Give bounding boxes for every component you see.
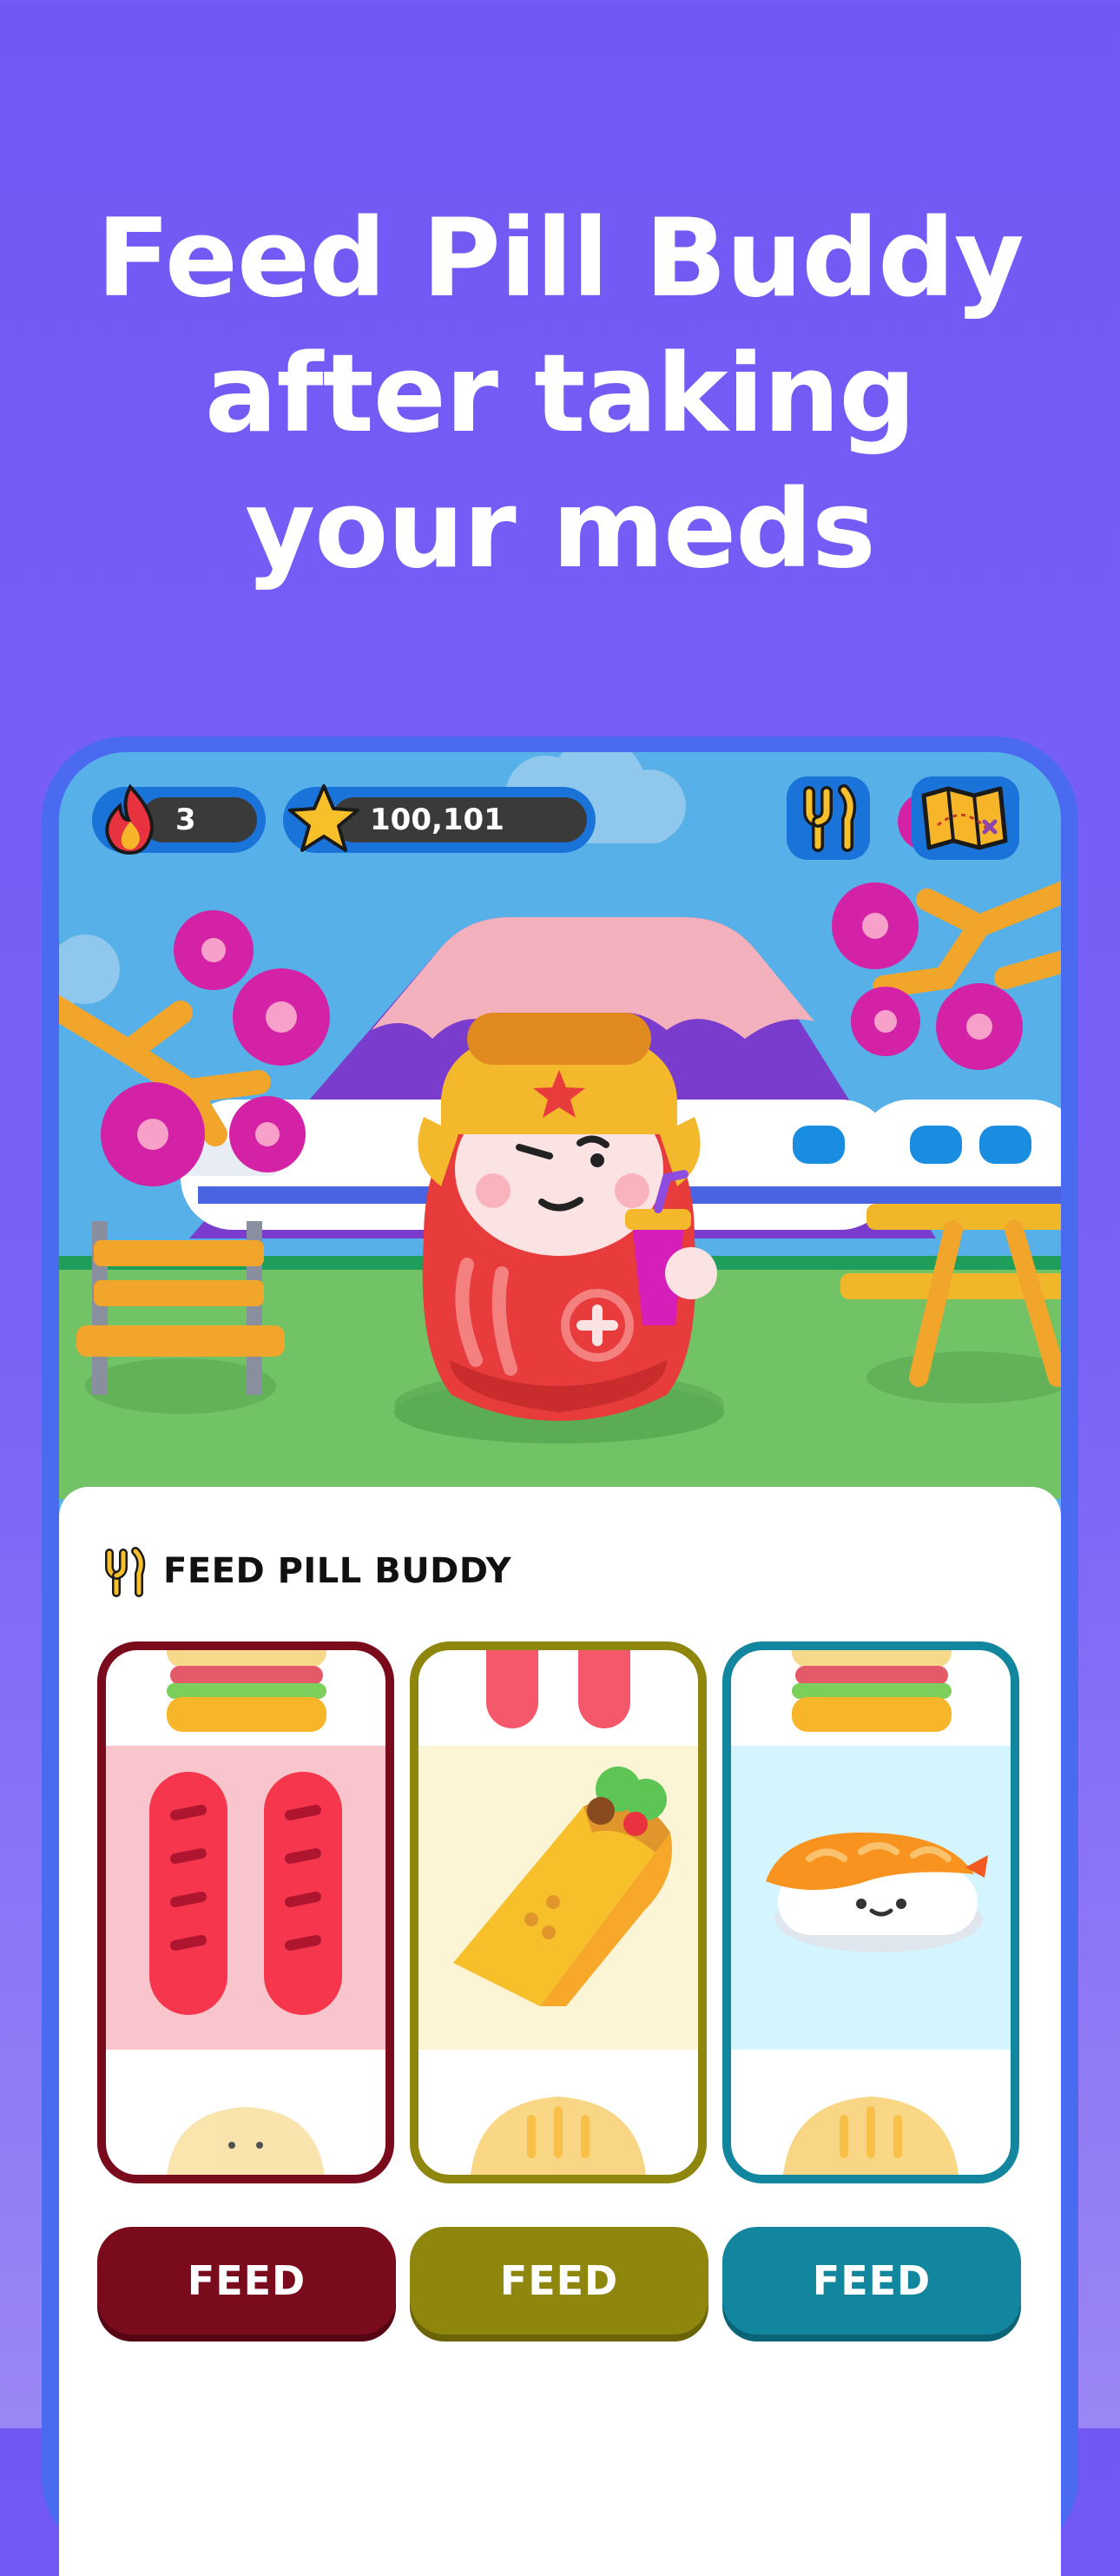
headline: Feed Pill Buddy after taking your meds <box>0 191 1120 598</box>
feed-button-2[interactable]: FEED <box>410 2227 708 2335</box>
streak-counter[interactable]: 3 <box>92 783 266 855</box>
reel-foods <box>149 1650 342 2175</box>
map-button[interactable] <box>912 776 1019 860</box>
reel-foods <box>766 1650 988 2175</box>
feed-menu-button[interactable] <box>787 776 870 860</box>
utensils-icon <box>105 1547 146 1597</box>
sandwich-icon <box>792 1650 952 1732</box>
headline-line-1: Feed Pill Buddy <box>96 196 1024 321</box>
headline-line-3: your meds <box>245 467 876 592</box>
headline-line-2: after taking <box>204 332 916 457</box>
streak-value: 3 <box>175 803 196 837</box>
food-reel-burrito[interactable] <box>410 1641 707 2183</box>
phone-frame: 3 100,101 FEED PILL BUDDY FEED FEED FEED <box>42 736 1078 2576</box>
app-screen: 3 100,101 FEED PILL BUDDY FEED FEED FEED <box>59 752 1061 2576</box>
stars-counter[interactable]: 100,101 <box>283 784 596 853</box>
sausages-icon <box>149 1772 342 2015</box>
sushi-icon <box>766 1833 988 1952</box>
reel-foods <box>453 1650 672 2175</box>
dumpling-icon <box>783 2097 959 2175</box>
sandwich-icon <box>167 1650 326 1732</box>
burrito-icon <box>453 1767 672 2006</box>
star-icon <box>288 784 359 852</box>
feed-button-1[interactable]: FEED <box>97 2227 396 2335</box>
park-scene <box>59 752 1061 1499</box>
sausages-icon <box>486 1650 630 1728</box>
panel-title: FEED PILL BUDDY <box>163 1551 512 1591</box>
dumpling-icon <box>471 2097 646 2175</box>
feed-button-3[interactable]: FEED <box>722 2227 1021 2335</box>
food-reel-sausages[interactable] <box>97 1641 394 2183</box>
dumpling-icon <box>167 2107 325 2175</box>
fire-icon <box>105 783 154 855</box>
treasure-map-icon <box>921 786 1008 850</box>
stars-value: 100,101 <box>370 803 504 837</box>
food-reel-sushi[interactable] <box>722 1641 1019 2183</box>
feed-panel: FEED PILL BUDDY FEED FEED FEED <box>59 1487 1061 2576</box>
utensils-icon <box>803 784 857 852</box>
